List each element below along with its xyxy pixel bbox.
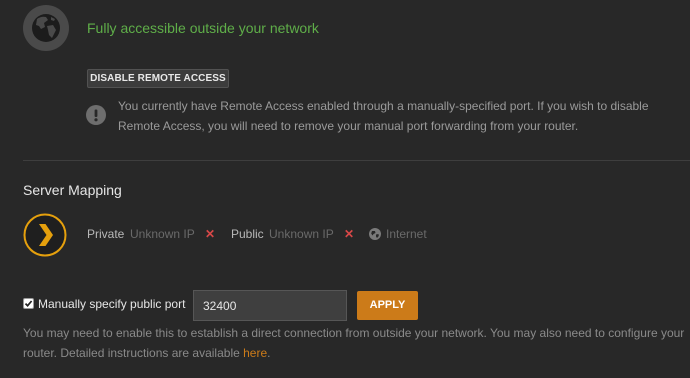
help-text-body: You may need to enable this to establish…	[23, 326, 685, 360]
remote-access-warning: You currently have Remote Access enabled…	[118, 99, 649, 133]
public-ip: Unknown IP	[269, 227, 334, 241]
manual-port-help: You may need to enable this to establish…	[23, 323, 685, 363]
internet-label: Internet	[386, 227, 427, 241]
remote-access-status: Fully accessible outside your network	[87, 20, 319, 36]
disable-remote-access-button[interactable]: DISABLE REMOTE ACCESS	[87, 69, 229, 88]
private-error-icon: ✕	[205, 227, 216, 241]
public-error-icon: ✕	[344, 227, 355, 241]
manual-port-checkbox[interactable]	[23, 298, 34, 309]
server-mapping-title: Server Mapping	[23, 182, 122, 198]
plex-chevron-icon	[23, 213, 67, 257]
exclamation-icon	[86, 105, 106, 125]
instructions-link[interactable]: here	[243, 346, 267, 360]
globe-icon	[23, 5, 69, 51]
public-label: Public	[231, 227, 264, 241]
remote-access-settings: Fully accessible outside your network DI…	[0, 0, 690, 378]
check-icon	[24, 300, 33, 307]
apply-button[interactable]: APPLY	[357, 291, 418, 320]
private-ip: Unknown IP	[130, 227, 195, 241]
section-divider	[23, 160, 690, 161]
help-text-end: .	[267, 346, 271, 360]
private-label: Private	[87, 227, 125, 241]
globe-icon	[369, 228, 381, 240]
public-port-input[interactable]	[193, 290, 347, 321]
manual-port-label[interactable]: Manually specify public port	[38, 297, 185, 311]
